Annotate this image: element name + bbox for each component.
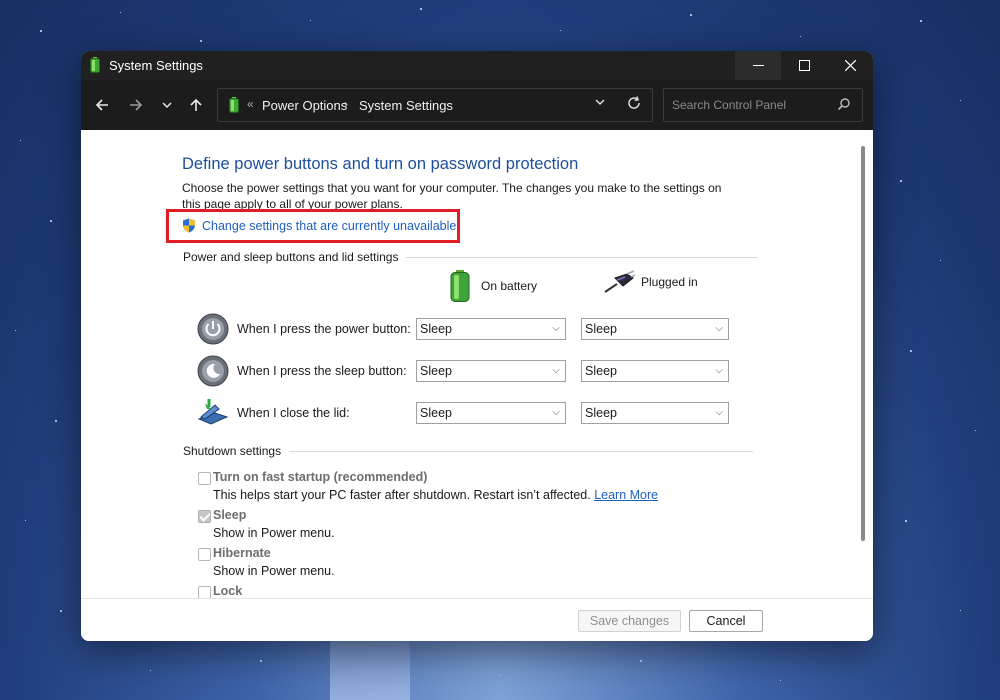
system-settings-window: System Settings « Power Options › System… bbox=[81, 51, 873, 641]
column-on-battery: On battery bbox=[450, 270, 537, 302]
power-button-battery-select[interactable]: Sleep ⌵ bbox=[416, 318, 566, 340]
recent-locations-button[interactable] bbox=[154, 92, 180, 118]
chevron-down-icon: ⌵ bbox=[552, 323, 560, 334]
battery-icon bbox=[229, 97, 239, 113]
search-icon[interactable] bbox=[837, 97, 851, 111]
minimize-button[interactable] bbox=[735, 51, 781, 80]
learn-more-link[interactable]: Learn More bbox=[594, 488, 658, 502]
chevron-down-icon: ⌵ bbox=[715, 365, 723, 376]
section-divider bbox=[289, 450, 754, 452]
sleep-checkbox[interactable] bbox=[198, 510, 211, 523]
breadcrumb-system-settings[interactable]: System Settings bbox=[359, 98, 453, 113]
fast-startup-description: This helps start your PC faster after sh… bbox=[213, 488, 658, 502]
breadcrumb-separator[interactable]: › bbox=[344, 97, 348, 111]
search-box[interactable] bbox=[663, 88, 863, 122]
shutdown-section-title: Shutdown settings bbox=[183, 444, 282, 458]
section-divider bbox=[406, 256, 759, 258]
power-plug-icon bbox=[604, 270, 635, 293]
maximize-icon bbox=[798, 60, 810, 71]
breadcrumb-power-options[interactable]: Power Options bbox=[262, 98, 347, 113]
plugged-in-label: Plugged in bbox=[641, 275, 698, 289]
footer-bar: Save changes Cancel bbox=[81, 598, 873, 641]
hibernate-checkbox[interactable] bbox=[198, 548, 211, 561]
battery-app-icon bbox=[90, 57, 100, 73]
hibernate-description: Show in Power menu. bbox=[213, 564, 335, 578]
sleep-button-plugged-select[interactable]: Sleep ⌵ bbox=[581, 360, 729, 382]
forward-button[interactable] bbox=[123, 92, 149, 118]
close-lid-label: When I close the lid: bbox=[237, 406, 350, 420]
sleep-description: Show in Power menu. bbox=[213, 526, 335, 540]
fast-startup-title: Turn on fast startup (recommended) bbox=[213, 470, 428, 484]
title-bar[interactable]: System Settings bbox=[81, 51, 873, 80]
chevron-down-icon bbox=[595, 99, 605, 106]
power-button-plugged-select[interactable]: Sleep ⌵ bbox=[581, 318, 729, 340]
refresh-button[interactable] bbox=[626, 95, 642, 116]
on-battery-label: On battery bbox=[481, 279, 538, 293]
intro-text: Choose the power settings that you want … bbox=[182, 181, 722, 211]
address-dropdown-button[interactable] bbox=[594, 96, 606, 111]
sleep-title: Sleep bbox=[213, 508, 247, 522]
select-value: Sleep bbox=[585, 364, 617, 378]
back-button[interactable] bbox=[89, 92, 115, 118]
select-value: Sleep bbox=[585, 406, 617, 420]
power-section-title: Power and sleep buttons and lid settings bbox=[183, 250, 399, 264]
address-bar[interactable]: « Power Options › System Settings bbox=[217, 88, 653, 122]
close-lid-battery-select[interactable]: Sleep ⌵ bbox=[416, 402, 566, 424]
chevron-down-icon: ⌵ bbox=[552, 365, 560, 376]
search-input[interactable] bbox=[664, 89, 829, 121]
vertical-scrollbar[interactable] bbox=[861, 146, 865, 541]
save-changes-button[interactable]: Save changes bbox=[578, 610, 681, 632]
content-area: Define power buttons and turn on passwor… bbox=[81, 130, 873, 598]
close-icon bbox=[844, 60, 856, 71]
hibernate-title: Hibernate bbox=[213, 546, 271, 560]
sleep-button-battery-select[interactable]: Sleep ⌵ bbox=[416, 360, 566, 382]
select-value: Sleep bbox=[420, 364, 452, 378]
cancel-button[interactable]: Cancel bbox=[689, 610, 763, 632]
shutdown-section-header: Shutdown settings bbox=[183, 444, 754, 458]
select-value: Sleep bbox=[420, 406, 452, 420]
lock-title: Lock bbox=[213, 584, 243, 598]
select-value: Sleep bbox=[420, 322, 452, 336]
sleep-button-label: When I press the sleep button: bbox=[237, 364, 407, 378]
close-button[interactable] bbox=[827, 51, 873, 80]
minimize-icon bbox=[752, 65, 764, 66]
battery-icon bbox=[450, 270, 470, 302]
fast-startup-desc-text: This helps start your PC faster after sh… bbox=[213, 488, 591, 502]
red-highlight-box bbox=[166, 209, 460, 243]
breadcrumb-overflow[interactable]: « bbox=[247, 97, 254, 111]
window-title: System Settings bbox=[109, 58, 203, 73]
page-title: Define power buttons and turn on passwor… bbox=[182, 155, 579, 173]
arrow-left-icon bbox=[95, 99, 108, 111]
lock-checkbox[interactable] bbox=[198, 586, 211, 598]
maximize-button[interactable] bbox=[781, 51, 827, 80]
chevron-down-icon bbox=[162, 102, 172, 109]
fast-startup-checkbox[interactable] bbox=[198, 472, 211, 485]
column-plugged-in: Plugged in bbox=[603, 270, 698, 294]
chevron-down-icon: ⌵ bbox=[552, 407, 560, 418]
arrow-right-icon bbox=[130, 99, 143, 111]
close-lid-plugged-select[interactable]: Sleep ⌵ bbox=[581, 402, 729, 424]
up-button[interactable] bbox=[183, 92, 209, 118]
chevron-down-icon: ⌵ bbox=[715, 323, 723, 334]
select-value: Sleep bbox=[585, 322, 617, 336]
arrow-up-icon bbox=[190, 98, 202, 111]
navigation-bar: « Power Options › System Settings bbox=[81, 80, 873, 130]
chevron-down-icon: ⌵ bbox=[715, 407, 723, 418]
sleep-button-icon bbox=[197, 355, 229, 387]
power-section-header: Power and sleep buttons and lid settings bbox=[183, 250, 759, 264]
power-button-label: When I press the power button: bbox=[237, 322, 411, 336]
laptop-lid-icon bbox=[197, 399, 229, 425]
power-button-icon bbox=[197, 313, 229, 345]
refresh-icon bbox=[628, 96, 640, 109]
